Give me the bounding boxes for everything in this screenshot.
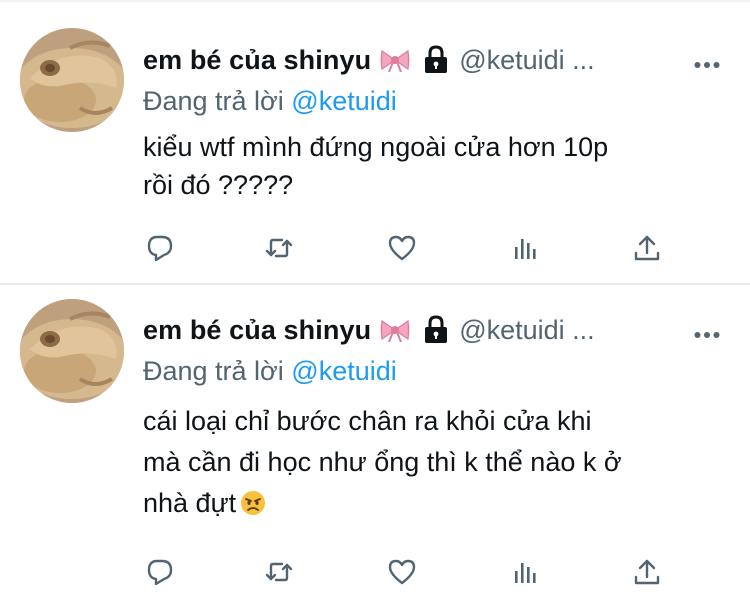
reply-to-link[interactable]: @ketuidi xyxy=(291,86,396,116)
lock-icon xyxy=(423,315,449,345)
action-bar xyxy=(143,555,663,591)
reply-context: Đang trả lời @ketuidi xyxy=(143,356,397,387)
avatar-image xyxy=(20,299,124,403)
more-options-icon[interactable] xyxy=(694,326,720,338)
views-icon xyxy=(515,239,536,259)
reply-prefix: Đang trả lời xyxy=(143,86,284,116)
more-options-icon[interactable] xyxy=(694,56,720,68)
action-bar xyxy=(143,231,663,267)
reply-button[interactable] xyxy=(143,555,177,589)
share-icon xyxy=(634,235,660,261)
tweet-text-line: kiểu wtf mình đứng ngoài cửa hơn 10p xyxy=(143,132,609,162)
views-icon xyxy=(515,563,536,583)
reply-button[interactable] xyxy=(143,231,177,265)
views-button[interactable] xyxy=(508,555,542,589)
reply-context: Đang trả lời @ketuidi xyxy=(143,86,397,117)
display-name[interactable]: em bé của shinyu xyxy=(143,315,371,346)
tweet-header: em bé của shinyu @ketuidi ... xyxy=(143,312,595,348)
like-icon xyxy=(388,559,416,585)
share-icon xyxy=(634,559,660,585)
tweet-text-segment: nhà đựt xyxy=(143,488,237,518)
like-icon xyxy=(388,235,416,261)
avatar[interactable] xyxy=(20,28,124,132)
tweet-text: kiểu wtf mình đứng ngoài cửa hơn 10p rồi… xyxy=(143,128,703,204)
views-button[interactable] xyxy=(508,231,542,265)
angry-face-icon xyxy=(240,487,266,515)
share-button[interactable] xyxy=(630,555,664,589)
share-button[interactable] xyxy=(630,231,664,265)
ribbon-icon xyxy=(379,48,411,73)
like-button[interactable] xyxy=(385,231,419,265)
retweet-icon xyxy=(265,562,293,582)
handle[interactable]: @ketuidi ... xyxy=(459,45,594,76)
display-name[interactable]: em bé của shinyu xyxy=(143,45,371,76)
tweet-text-line-last: nhà đựt xyxy=(143,483,703,524)
tweet-text-line: mà cần đi học như ổng thì k thể nào k ở xyxy=(143,447,622,477)
tweet-text-line: rồi đó ????? xyxy=(143,170,294,200)
tweet-header: em bé của shinyu @ketuidi ... xyxy=(143,42,595,78)
reply-prefix: Đang trả lời xyxy=(143,356,284,386)
retweet-button[interactable] xyxy=(262,231,296,265)
ribbon-icon xyxy=(379,318,411,343)
retweet-icon xyxy=(265,238,293,258)
reply-icon xyxy=(147,559,173,586)
avatar[interactable] xyxy=(20,299,124,403)
tweet-text-line: cái loại chỉ bước chân ra khỏi cửa khi xyxy=(143,406,592,436)
lock-icon xyxy=(423,45,449,75)
avatar-image xyxy=(20,28,124,132)
tweet[interactable]: em bé của shinyu @ketuidi ... Đang trả l… xyxy=(0,285,750,614)
tweet[interactable]: em bé của shinyu @ketuidi ... Đang trả l… xyxy=(0,0,750,283)
reply-icon xyxy=(147,235,173,262)
like-button[interactable] xyxy=(385,555,419,589)
reply-to-link[interactable]: @ketuidi xyxy=(291,356,396,386)
retweet-button[interactable] xyxy=(262,555,296,589)
tweet-text: cái loại chỉ bước chân ra khỏi cửa khi m… xyxy=(143,401,703,524)
handle[interactable]: @ketuidi ... xyxy=(459,315,594,346)
